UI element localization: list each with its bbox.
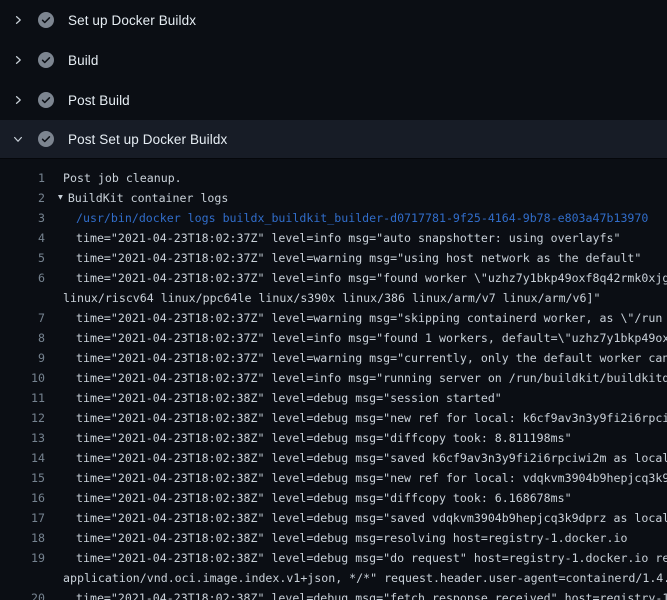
log-line-text: Post job cleanup. [63,168,182,188]
check-circle-icon [38,131,54,147]
log-line-text: time="2021-04-23T18:02:38Z" level=debug … [76,408,667,428]
log-line: 15 time="2021-04-23T18:02:38Z" level=debu… [0,468,667,488]
log-line: 19 time="2021-04-23T18:02:38Z" level=debu… [0,548,667,568]
log-line-text: time="2021-04-23T18:02:38Z" level=debug … [76,528,627,548]
log-line-text: time="2021-04-23T18:02:38Z" level=debug … [76,588,667,600]
step-label: Set up Docker Buildx [68,13,196,28]
log-line-number[interactable]: 2 [0,188,45,208]
log-line-number [0,288,45,308]
log-line: 17 time="2021-04-23T18:02:38Z" level=debu… [0,508,667,528]
log-line-text: time="2021-04-23T18:02:38Z" level=debug … [76,468,667,488]
log-line: 13 time="2021-04-23T18:02:38Z" level=debu… [0,428,667,448]
log-line: 12 time="2021-04-23T18:02:38Z" level=debu… [0,408,667,428]
log-line-number[interactable]: 15 [0,468,45,488]
log-line: 16 time="2021-04-23T18:02:38Z" level=debu… [0,488,667,508]
step-header-build[interactable]: Build [0,40,667,80]
log-line-number[interactable]: 18 [0,528,45,548]
log-line-number[interactable]: 5 [0,248,45,268]
log-line: application/vnd.oci.image.index.v1+json,… [0,568,667,588]
log-line-number[interactable]: 11 [0,388,45,408]
log-line-text: time="2021-04-23T18:02:37Z" level=warnin… [76,248,641,268]
log-line: 10 time="2021-04-23T18:02:37Z" level=info… [0,368,667,388]
log-line-text: linux/riscv64 linux/ppc64le linux/s390x … [63,288,600,308]
chevron-right-icon [10,92,26,108]
log-line: 2 ▼BuildKit container logs [0,188,667,208]
check-circle-icon [38,92,54,108]
log-line-number[interactable]: 10 [0,368,45,388]
log-line: 18 time="2021-04-23T18:02:38Z" level=debu… [0,528,667,548]
log-line-number[interactable]: 19 [0,548,45,568]
log-line-text: time="2021-04-23T18:02:38Z" level=debug … [76,428,572,448]
log-line-number[interactable]: 13 [0,428,45,448]
log-line: 6 time="2021-04-23T18:02:37Z" level=info … [0,268,667,288]
log-command-text: /usr/bin/docker logs buildx_buildkit_bui… [76,208,648,228]
log-line: 5 time="2021-04-23T18:02:37Z" level=warni… [0,248,667,268]
step-header-post-build[interactable]: Post Build [0,80,667,120]
log-line: 7 time="2021-04-23T18:02:37Z" level=warni… [0,308,667,328]
log-line: linux/riscv64 linux/ppc64le linux/s390x … [0,288,667,308]
log-lines: 1 Post job cleanup. 2 ▼BuildKit container l… [0,160,667,600]
log-line-number[interactable]: 20 [0,588,45,600]
log-line: 1 Post job cleanup. [0,168,667,188]
log-line: 11 time="2021-04-23T18:02:38Z" level=debu… [0,388,667,408]
chevron-down-icon [10,131,26,147]
log-line-number[interactable]: 17 [0,508,45,528]
log-line-number[interactable]: 6 [0,268,45,288]
log-line-text: time="2021-04-23T18:02:37Z" level=info m… [76,328,667,348]
log-line-number[interactable]: 9 [0,348,45,368]
log-line: 9 time="2021-04-23T18:02:37Z" level=warni… [0,348,667,368]
actions-log-viewer: Set up Docker Buildx Build Post Build [0,0,667,600]
log-line: 20 time="2021-04-23T18:02:38Z" level=debu… [0,588,667,600]
log-line-number[interactable]: 7 [0,308,45,328]
log-line-number[interactable]: 12 [0,408,45,428]
log-line-text: time="2021-04-23T18:02:38Z" level=debug … [76,548,667,568]
log-line-number [0,568,45,588]
chevron-right-icon [10,52,26,68]
check-circle-icon [38,52,54,68]
log-line: 8 time="2021-04-23T18:02:37Z" level=info … [0,328,667,348]
triangle-down-icon[interactable]: ▼ [58,188,63,208]
log-group-label: BuildKit container logs [68,188,229,208]
chevron-right-icon [10,12,26,28]
log-line-text: application/vnd.oci.image.index.v1+json,… [63,568,667,588]
log-line-number[interactable]: 4 [0,228,45,248]
step-label: Post Build [68,93,130,108]
log-line: 3/usr/bin/docker logs buildx_buildkit_bu… [0,208,667,228]
log-line-text: time="2021-04-23T18:02:37Z" level=info m… [76,368,667,388]
log-line-text: time="2021-04-23T18:02:37Z" level=warnin… [76,308,662,328]
log-line-text: time="2021-04-23T18:02:37Z" level=info m… [76,268,667,288]
log-line: 14 time="2021-04-23T18:02:38Z" level=debu… [0,448,667,468]
step-header-post-set-up-docker-buildx[interactable]: Post Set up Docker Buildx [0,120,667,159]
log-line-number[interactable]: 1 [0,168,45,188]
log-line-text: time="2021-04-23T18:02:37Z" level=warnin… [76,348,667,368]
log-line-number[interactable]: 8 [0,328,45,348]
log-line-text: time="2021-04-23T18:02:38Z" level=debug … [76,488,572,508]
log-line-number[interactable]: 16 [0,488,45,508]
log-line-number[interactable]: 3 [0,208,45,228]
log-line: 4 time="2021-04-23T18:02:37Z" level=info … [0,228,667,248]
log-line-text: time="2021-04-23T18:02:38Z" level=debug … [76,448,667,468]
log-line-text: time="2021-04-23T18:02:38Z" level=debug … [76,388,502,408]
step-header-set-up-docker-buildx[interactable]: Set up Docker Buildx [0,0,667,40]
log-line-number[interactable]: 14 [0,448,45,468]
log-line-text: time="2021-04-23T18:02:37Z" level=info m… [76,228,620,248]
check-circle-icon [38,12,54,28]
step-label: Post Set up Docker Buildx [68,132,227,147]
log-line-text: time="2021-04-23T18:02:38Z" level=debug … [76,508,667,528]
step-list: Set up Docker Buildx Build Post Build [0,0,667,159]
step-label: Build [68,53,99,68]
